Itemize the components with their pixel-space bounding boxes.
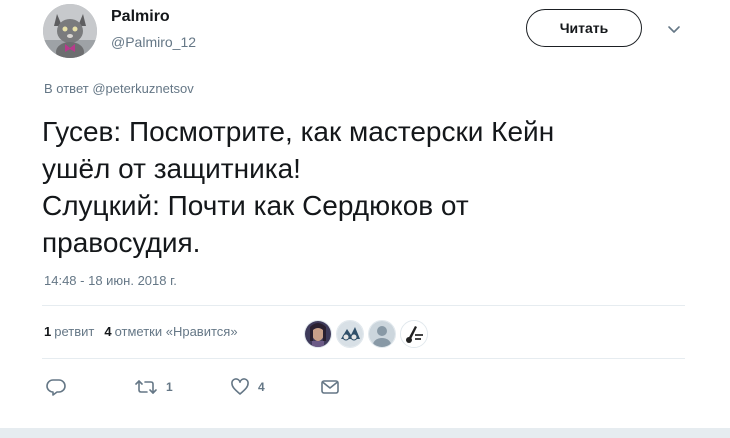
retweet-stat[interactable]: 1 ретвит <box>44 324 94 339</box>
tweet-text-line: Гусев: Посмотрите, как мастерски Кейн <box>42 116 555 147</box>
retweet-stat-count: 1 <box>44 324 52 339</box>
likers-list <box>304 320 428 348</box>
tweet-timestamp[interactable]: 14:48 - 18 июн. 2018 г. <box>44 273 177 288</box>
retweet-count: 1 <box>166 380 173 394</box>
user-handle[interactable]: @Palmiro_12 <box>111 34 196 50</box>
chevron-down-icon[interactable] <box>662 18 686 42</box>
retweet-stat-label: ретвит <box>54 324 95 339</box>
page-bottom-strip <box>0 428 730 438</box>
retweet-button[interactable]: 1 <box>134 374 173 400</box>
liker-avatar-portrait[interactable] <box>304 320 332 348</box>
tweet-stats: 1 ретвит 4 отметки «Нравится» <box>44 324 238 339</box>
user-display-name[interactable]: Palmiro <box>111 8 170 26</box>
like-button[interactable]: 4 <box>230 374 265 400</box>
reply-mention-link[interactable]: @peterkuznetsov <box>92 81 193 96</box>
liker-avatar-logo[interactable] <box>400 320 428 348</box>
follow-button[interactable]: Читать <box>526 9 642 47</box>
cat-avatar-icon <box>43 4 97 58</box>
reply-context: В ответ @peterkuznetsov <box>44 81 194 96</box>
tweet-text: Гусев: Посмотрите, как мастерски Кейн уш… <box>42 113 682 261</box>
retweet-icon <box>134 377 158 397</box>
divider <box>42 358 685 359</box>
tweet-text-line: правосудия. <box>42 227 201 258</box>
tweet-text-line: Слуцкий: Почти как Сердюков от <box>42 190 469 221</box>
tweet-text-line: ушёл от защитника! <box>42 153 301 184</box>
envelope-icon <box>320 377 340 397</box>
like-stat-label: отметки «Нравится» <box>114 324 238 339</box>
user-avatar[interactable] <box>43 4 97 58</box>
like-count: 4 <box>258 380 265 394</box>
like-stat-count: 4 <box>104 324 112 339</box>
reply-context-prefix: В ответ <box>44 81 89 96</box>
divider <box>42 305 685 306</box>
tweet-card: Palmiro @Palmiro_12 Читать В ответ @pete… <box>0 0 730 438</box>
reply-button[interactable] <box>46 374 66 400</box>
direct-message-button[interactable] <box>320 374 340 400</box>
liker-avatar-default[interactable] <box>368 320 396 348</box>
liker-avatar-cartoon[interactable] <box>336 320 364 348</box>
reply-icon <box>46 377 66 397</box>
heart-icon <box>230 377 250 397</box>
like-stat[interactable]: 4 отметки «Нравится» <box>104 324 237 339</box>
